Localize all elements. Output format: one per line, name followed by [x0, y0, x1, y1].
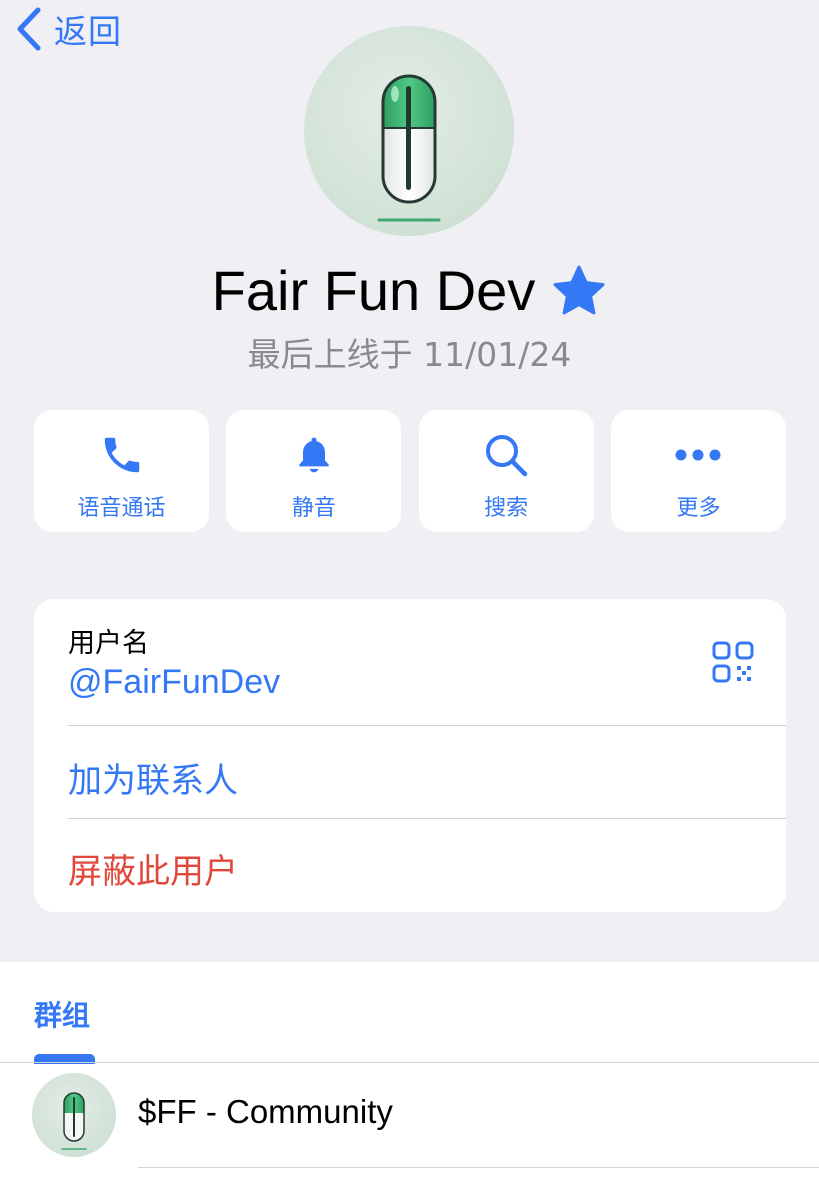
group-name: $FF - Community	[138, 1093, 393, 1130]
divider	[68, 818, 786, 819]
tab-groups[interactable]: 群组	[34, 994, 90, 1034]
chevron-left-icon	[16, 7, 42, 51]
bell-icon	[289, 430, 339, 480]
avatar[interactable]	[304, 26, 514, 236]
search-button[interactable]: 搜索	[418, 410, 594, 532]
mute-label: 静音	[291, 496, 336, 521]
more-button[interactable]: 更多	[610, 410, 786, 532]
info-card: 用户名 @FairFunDev 加为联系人 屏蔽此用户	[34, 599, 786, 912]
action-bar: 语音通话 静音 搜索 更多	[34, 410, 786, 532]
more-label: 更多	[676, 496, 721, 521]
add-contact-button[interactable]: 加为联系人	[68, 753, 238, 802]
voice-call-label: 语音通话	[77, 496, 166, 521]
pill-icon	[377, 74, 441, 222]
search-icon	[481, 430, 531, 480]
list-item[interactable]: $FF - Community	[0, 1063, 819, 1168]
group-avatar	[32, 1073, 116, 1157]
profile-name: Fair Fun Dev	[211, 259, 536, 322]
groups-section: 群组 $FF - Community	[0, 962, 819, 1200]
star-icon	[535, 264, 607, 318]
more-icon	[673, 430, 723, 480]
mute-button[interactable]: 静音	[226, 410, 402, 532]
divider	[138, 1167, 819, 1168]
back-button[interactable]: 返回	[16, 6, 122, 52]
username-value[interactable]: @FairFunDev	[68, 663, 280, 702]
pill-icon	[61, 1092, 87, 1150]
phone-icon	[97, 430, 147, 480]
username-label: 用户名	[68, 628, 149, 659]
block-user-button[interactable]: 屏蔽此用户	[68, 844, 238, 893]
qr-code-icon[interactable]	[712, 641, 754, 687]
search-label: 搜索	[484, 496, 529, 521]
back-label: 返回	[54, 12, 122, 51]
divider	[68, 725, 786, 726]
voice-call-button[interactable]: 语音通话	[34, 410, 209, 532]
last-seen-status: 最后上线于 11/01/24	[247, 335, 572, 374]
profile-header: Fair Fun Dev	[0, 258, 819, 323]
username-row[interactable]: 用户名 @FairFunDev	[34, 599, 786, 726]
